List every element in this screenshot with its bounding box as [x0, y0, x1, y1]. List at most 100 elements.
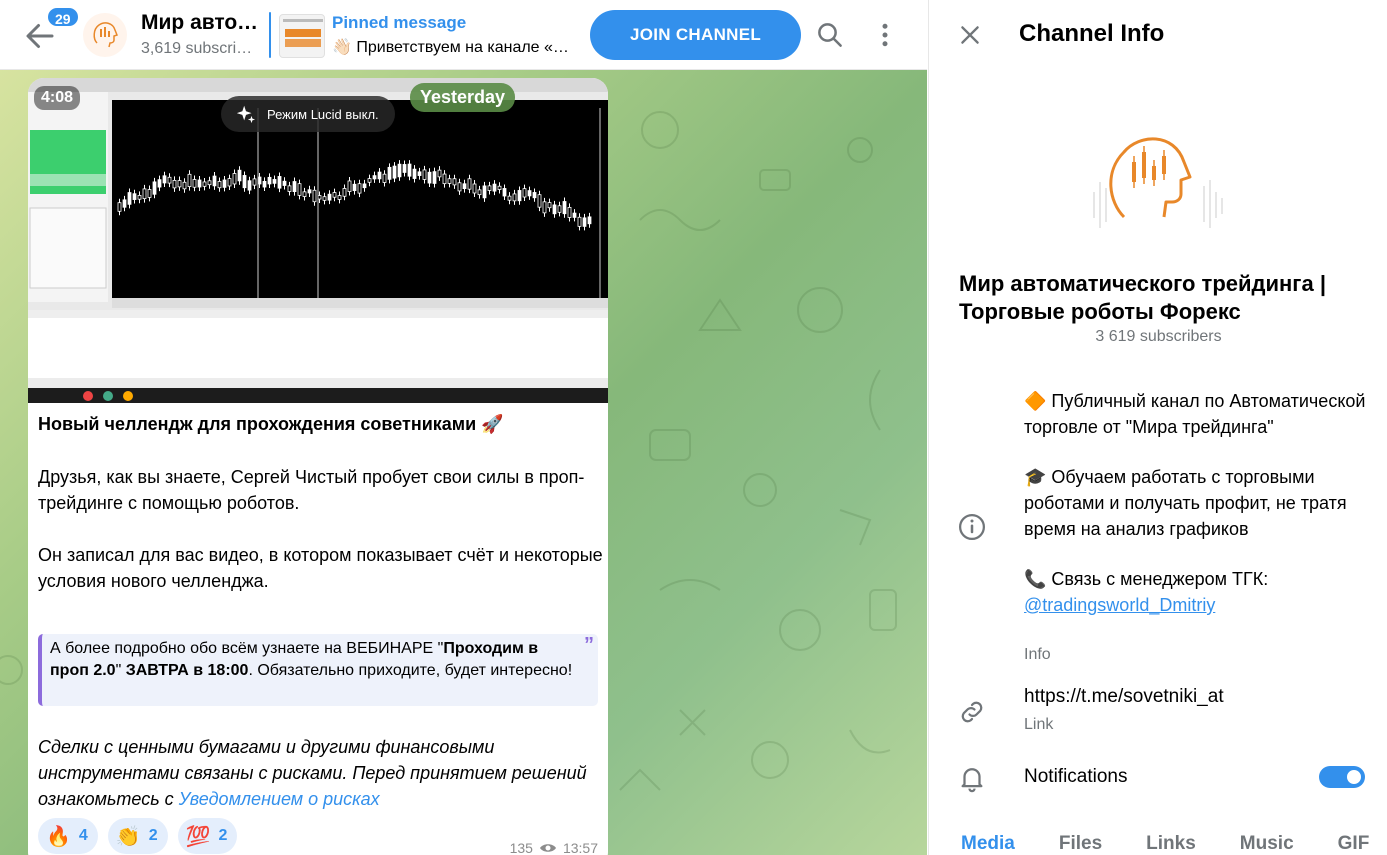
tab-gif[interactable]: GIF: [1338, 830, 1370, 855]
pinned-text[interactable]: 👋🏻 Приветствуем на канале «Мир автоматич…: [332, 37, 582, 57]
candle-body: [527, 190, 532, 197]
candle-body: [282, 180, 287, 186]
channel-link[interactable]: https://t.me/sovetniki_at: [1024, 686, 1224, 708]
candle-body: [172, 180, 177, 189]
message-bubble[interactable]: 4:08 Режим Lucid выкл. Yesterday Новый ч…: [28, 78, 608, 855]
lucid-mode-toast: Режим Lucid выкл.: [221, 96, 395, 132]
channel-title[interactable]: Мир автоматического трейдинга | Торговые…: [141, 11, 265, 35]
close-button[interactable]: [957, 22, 983, 48]
candle-body: [242, 175, 247, 189]
candle-body: [377, 171, 382, 180]
candle-body: [497, 185, 502, 190]
candle-body: [202, 181, 207, 187]
candle-body: [277, 176, 282, 189]
tab-links[interactable]: Links: [1146, 830, 1196, 855]
link-label: Link: [1024, 716, 1054, 733]
message-meta: 135 13:57: [510, 840, 598, 855]
video-duration: 4:08: [34, 86, 81, 110]
candle-body: [177, 180, 182, 188]
candle-body: [217, 181, 222, 189]
channel-avatar[interactable]: [83, 13, 127, 57]
reaction-fire[interactable]: 🔥 4: [38, 818, 98, 854]
search-button[interactable]: [815, 20, 845, 50]
candle-body: [572, 212, 577, 218]
candle-body: [312, 189, 317, 203]
candle-body: [452, 178, 457, 186]
candle-body: [182, 181, 187, 190]
quote-time: ЗАВТРА в 18:00: [125, 662, 249, 679]
candle-body: [307, 189, 312, 194]
info-icon: [957, 512, 987, 542]
risk-notice-link[interactable]: Уведомлением о рисках: [179, 789, 380, 809]
reaction-count: 4: [78, 827, 88, 844]
candle-body: [512, 193, 517, 202]
candle-body: [427, 171, 432, 184]
candle-body: [232, 173, 237, 185]
candle-body: [422, 169, 427, 180]
reaction-clap[interactable]: 👏 2: [107, 818, 168, 854]
candle-body: [262, 180, 267, 188]
candle-body: [192, 179, 197, 188]
candle-body: [457, 182, 462, 192]
manager-handle-link[interactable]: @tradingsworld_Dmitriy: [1024, 595, 1215, 615]
candle-body: [272, 179, 277, 184]
candle-body: [467, 178, 472, 190]
candle-body: [327, 193, 332, 201]
candle-body: [447, 178, 452, 184]
more-button[interactable]: [870, 20, 900, 50]
pinned-title[interactable]: Pinned message: [332, 13, 466, 33]
tab-music[interactable]: Music: [1240, 830, 1294, 855]
candle-body: [547, 202, 552, 209]
candle-body: [552, 204, 557, 215]
notifications-toggle[interactable]: [1319, 766, 1365, 788]
candle-body: [197, 179, 202, 188]
search-icon: [818, 23, 842, 47]
candle-body: [167, 176, 172, 184]
tab-media[interactable]: Media: [961, 830, 1015, 855]
pinned-indicator: [269, 12, 271, 58]
candle-body: [517, 190, 522, 202]
candle-body: [127, 192, 132, 205]
candle-body: [207, 180, 212, 186]
tab-files[interactable]: Files: [1059, 830, 1102, 855]
candle-body: [132, 193, 137, 200]
candle-body: [402, 164, 407, 173]
channel-logo[interactable]: [1084, 122, 1234, 232]
close-icon: [961, 26, 979, 44]
candle-body: [147, 189, 152, 198]
notifications-label: Notifications: [1024, 766, 1128, 787]
channel-subscribers: 3,619 subscribers: [141, 40, 261, 57]
candle-body: [487, 185, 492, 191]
candle-body: [352, 183, 357, 192]
candle-body: [152, 181, 157, 195]
toggle-knob: [1345, 768, 1363, 786]
link-icon: [957, 697, 987, 727]
candle-body: [442, 173, 447, 185]
reaction-hundred[interactable]: 💯 2: [177, 818, 238, 854]
candle-body: [237, 169, 242, 182]
candle-body: [347, 180, 352, 192]
join-channel-button[interactable]: JOIN CHANNEL: [590, 10, 801, 60]
video-thumbnail[interactable]: 4:08 Режим Lucid выкл. Yesterday: [28, 78, 608, 403]
candle-body: [417, 171, 422, 176]
reaction-count: 2: [148, 827, 158, 844]
candle-body: [367, 178, 372, 183]
candle-body: [162, 175, 167, 184]
candle-body: [362, 183, 367, 189]
candle-body: [117, 202, 122, 212]
candle-body: [562, 201, 567, 215]
clap-emoji-icon: 👏: [115, 825, 141, 848]
pinned-thumbnail[interactable]: [279, 14, 325, 58]
candle-body: [482, 185, 487, 199]
candle-body: [507, 195, 512, 201]
lucid-mode-label: Режим Lucid выкл.: [267, 106, 379, 122]
info-label: Info: [1024, 646, 1051, 663]
quote-icon: ”: [584, 634, 594, 656]
message-paragraph-2: Он записал для вас видео, в котором пока…: [38, 545, 603, 591]
candle-body: [287, 185, 292, 192]
candle-body: [412, 168, 417, 179]
chat-area[interactable]: 4:08 Режим Lucid выкл. Yesterday Новый ч…: [0, 70, 927, 855]
description-line-2: 🎓 Обучаем работать с торговыми роботами …: [1024, 467, 1347, 539]
reaction-count: 2: [218, 827, 228, 844]
candle-body: [537, 194, 542, 208]
